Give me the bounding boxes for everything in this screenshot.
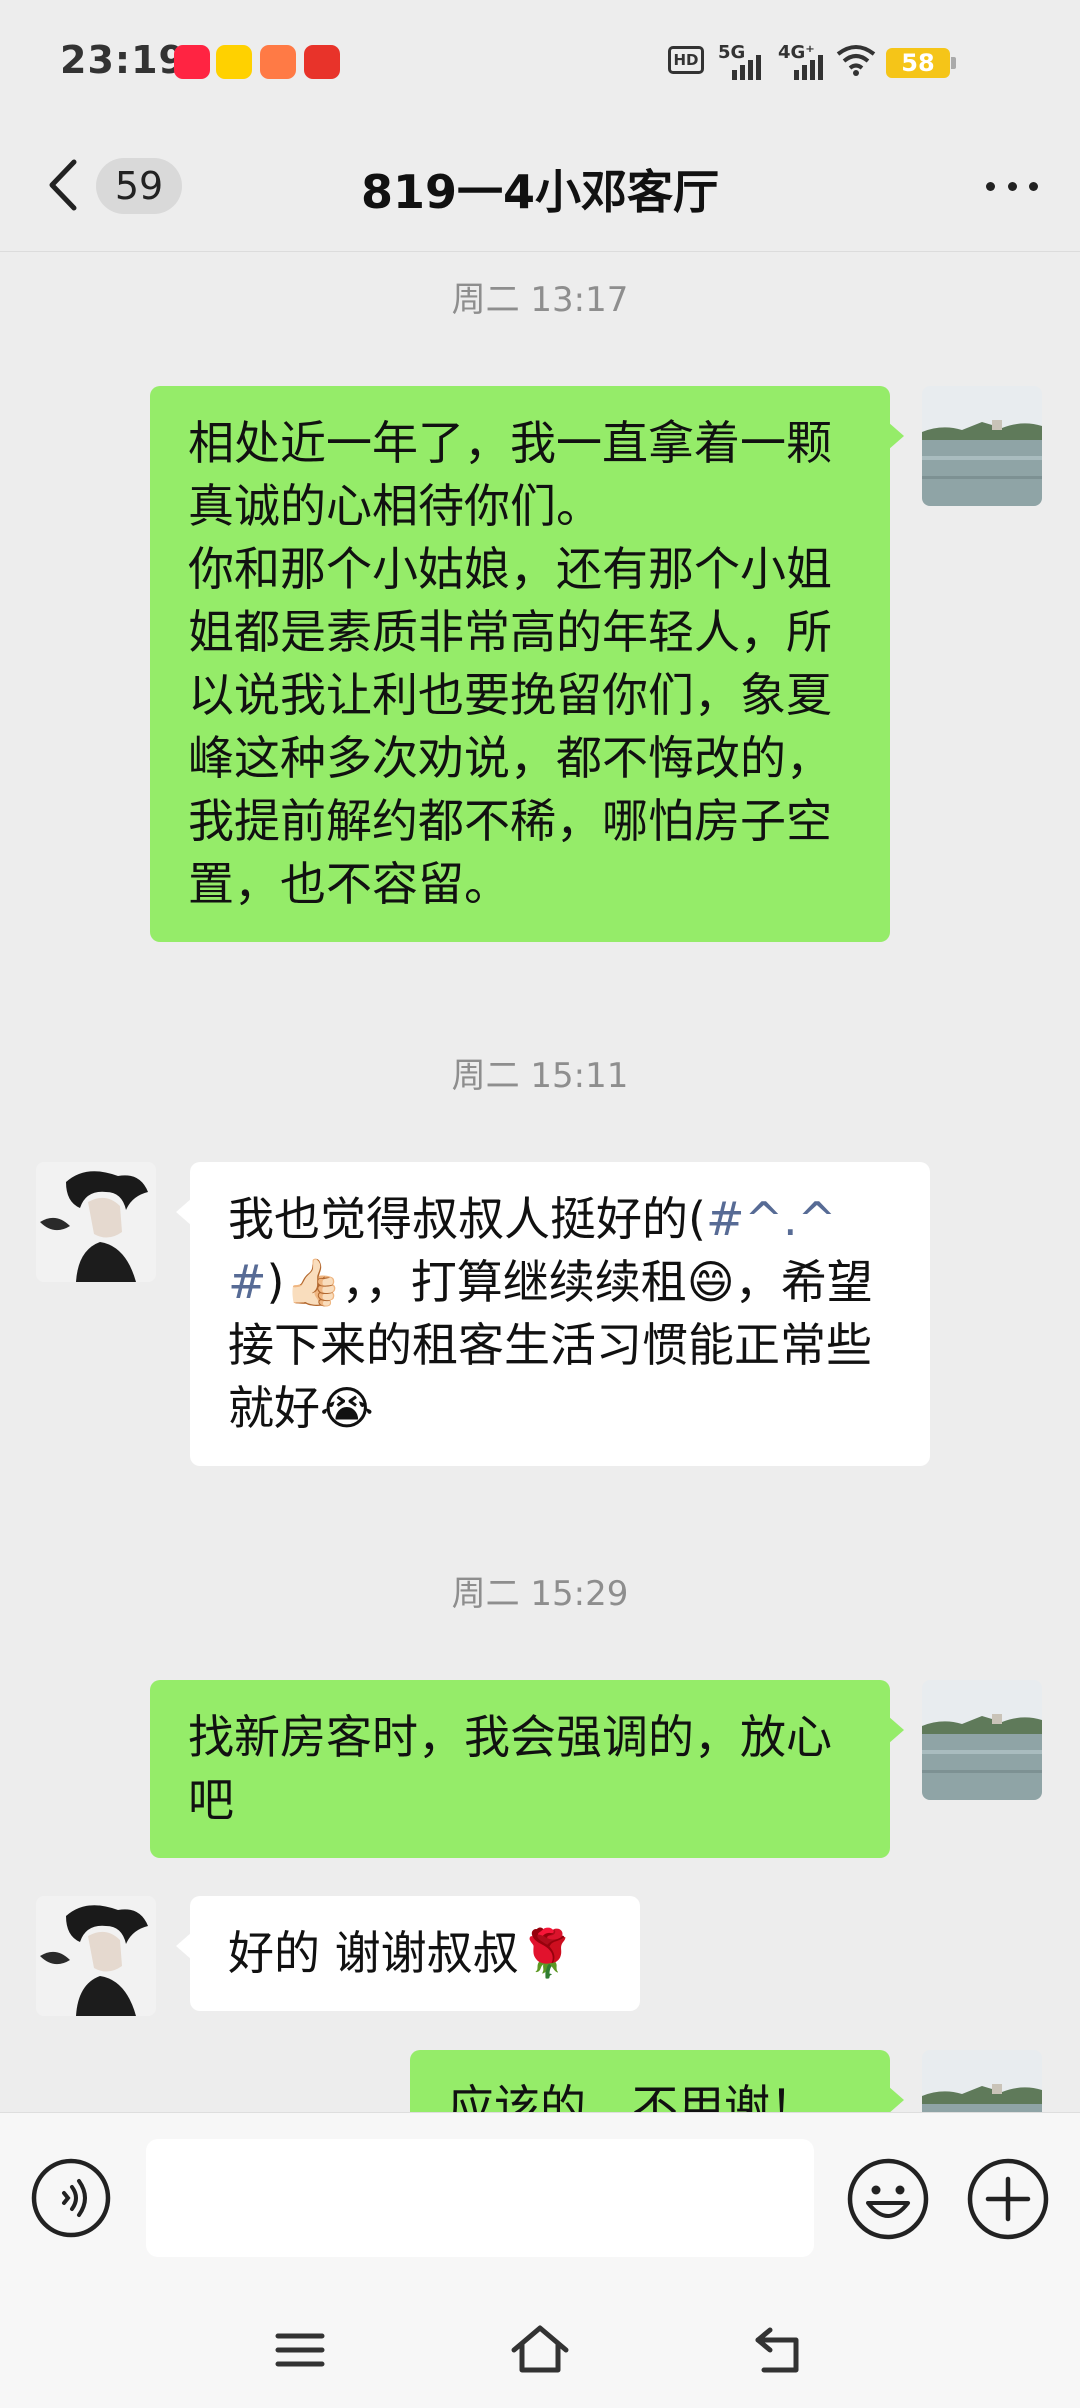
more-icon[interactable] — [982, 158, 1042, 214]
chat-header: 59 819一4小邓客厅 — [0, 120, 1080, 252]
crying-emoji: 😭 — [320, 1381, 374, 1435]
chat-screen: 23:19 HD 5G 4G⁺ 58 59 819一4小邓客厅 周二 13:17… — [0, 0, 1080, 2408]
xiaohongshu-app-icon — [174, 45, 210, 79]
message-text: 好的 谢谢叔叔 — [228, 1926, 519, 1980]
my-avatar[interactable] — [922, 2050, 1042, 2112]
emoji-icon[interactable] — [846, 2157, 930, 2241]
grinning-emoji: 😄 — [686, 1255, 735, 1309]
shopping-app-icon — [304, 45, 340, 79]
unread-count-badge: 59 — [96, 158, 182, 214]
status-time: 23:19 — [60, 38, 186, 82]
home-icon[interactable] — [510, 2320, 570, 2380]
message-text: ，，打算继续续租 — [341, 1255, 687, 1309]
received-message-bubble[interactable]: 我也觉得叔叔人挺好的(#^.^#)👍🏻，，打算继续续租😄，希望接下来的租客生活习… — [176, 1162, 930, 1466]
sent-message-bubble[interactable]: 应该的，不用谢！ — [410, 2050, 904, 2112]
rose-emoji: 🌹 — [518, 1926, 576, 1980]
meituan-app-icon — [216, 45, 252, 79]
thumbs-up-emoji: 👍🏻 — [284, 1255, 342, 1309]
timestamp-label: 周二 15:11 — [451, 1056, 629, 1096]
timestamp-label: 周二 13:17 — [451, 280, 629, 320]
landscape-avatar-image — [922, 386, 1042, 506]
battery-indicator: 58 — [886, 48, 956, 78]
voice-icon[interactable] — [30, 2157, 112, 2239]
back-icon — [49, 159, 77, 211]
sent-message-bubble[interactable]: 找新房客时，我会强调的，放心吧 — [150, 1680, 904, 1858]
message-text: 我也觉得叔叔人挺好的( — [228, 1192, 706, 1246]
received-message-bubble[interactable]: 好的 谢谢叔叔🌹 — [176, 1896, 640, 2011]
my-avatar[interactable] — [922, 386, 1042, 506]
plus-icon[interactable] — [966, 2157, 1050, 2241]
game-app-icon — [260, 45, 296, 79]
hd-icon: HD — [668, 46, 704, 74]
message-list[interactable]: 周二 13:17 相处近一年了，我一直拿着一颗真诚的心相待你们。 你和那个小姑娘… — [0, 252, 1080, 2112]
my-avatar[interactable] — [922, 1680, 1042, 1800]
landscape-avatar-image — [922, 2050, 1042, 2112]
input-bar — [0, 2112, 1080, 2284]
back-button[interactable]: 59 — [40, 148, 190, 220]
chat-title: 819一4小邓客厅 — [360, 165, 720, 219]
signal-5g-icon: 5G — [718, 40, 770, 80]
system-navigation-bar — [0, 2284, 1080, 2408]
person-avatar-image — [36, 1896, 156, 2016]
return-icon[interactable] — [750, 2320, 810, 2380]
timestamp-label: 周二 15:29 — [451, 1574, 629, 1614]
wifi-icon — [836, 45, 876, 76]
contact-avatar[interactable] — [36, 1896, 156, 2016]
message-input[interactable] — [146, 2139, 814, 2257]
landscape-avatar-image — [922, 1680, 1042, 1800]
menu-icon[interactable] — [270, 2320, 330, 2380]
status-bar: 23:19 HD 5G 4G⁺ 58 — [0, 0, 1080, 120]
message-text: ) — [266, 1255, 285, 1309]
person-avatar-image — [36, 1162, 156, 1282]
signal-4g-icon: 4G⁺ — [778, 40, 834, 80]
sent-message-bubble[interactable]: 相处近一年了，我一直拿着一颗真诚的心相待你们。 你和那个小姑娘，还有那个小姐姐都… — [150, 386, 904, 942]
contact-avatar[interactable] — [36, 1162, 156, 1282]
